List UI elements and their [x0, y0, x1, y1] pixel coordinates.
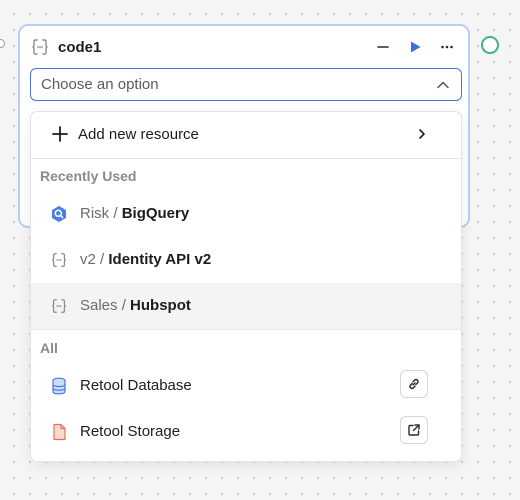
node-title[interactable]: code1	[58, 39, 362, 56]
minimize-button[interactable]	[372, 36, 394, 58]
resource-name: Retool Database	[80, 377, 192, 394]
output-port[interactable]	[481, 36, 499, 54]
run-button[interactable]	[404, 36, 426, 58]
all-heading: All	[40, 340, 58, 356]
path-separator: /	[113, 205, 118, 222]
node-header: code1	[30, 36, 458, 58]
divider	[31, 329, 461, 330]
chevron-up-icon	[437, 81, 449, 88]
braces-icon	[52, 253, 66, 267]
input-port[interactable]	[0, 39, 5, 48]
resource-item-hubspot[interactable]: Sales / Hubspot	[31, 283, 461, 329]
database-icon	[52, 377, 66, 395]
bigquery-icon	[52, 206, 66, 222]
plus-icon	[52, 126, 68, 142]
resource-folder: v2	[80, 251, 96, 268]
file-icon	[53, 423, 66, 441]
chevron-right-icon	[419, 129, 425, 139]
path-separator: /	[100, 251, 105, 268]
more-icon	[441, 45, 453, 49]
resource-name: Identity API v2	[108, 251, 212, 268]
open-external-button[interactable]	[400, 416, 428, 444]
resource-folder: Sales	[80, 297, 118, 314]
resource-item-retool-database[interactable]: Retool Database	[31, 363, 461, 409]
resource-item-identity-api[interactable]: v2 / Identity API v2	[31, 237, 461, 283]
resource-item-bigquery[interactable]: Risk / BigQuery	[31, 191, 461, 237]
play-icon	[411, 41, 421, 53]
resource-select[interactable]: Choose an option	[30, 68, 462, 101]
resource-folder: Risk	[80, 205, 110, 222]
select-placeholder: Choose an option	[41, 76, 159, 93]
link-icon	[409, 378, 419, 390]
braces-icon	[52, 299, 66, 313]
path-separator: /	[121, 297, 126, 314]
braces-icon	[32, 39, 48, 55]
resource-item-retool-storage[interactable]: Retool Storage	[31, 409, 461, 455]
divider	[31, 158, 461, 159]
recently-used-heading: Recently Used	[40, 168, 137, 184]
minus-icon	[377, 46, 389, 48]
resource-name: BigQuery	[121, 205, 190, 222]
more-options-button[interactable]	[436, 36, 458, 58]
resource-dropdown: Add new resource Recently Used Risk / Bi…	[30, 111, 462, 462]
resource-name: Hubspot	[130, 297, 191, 314]
add-new-resource-item[interactable]: Add new resource	[31, 112, 461, 158]
add-new-resource-label: Add new resource	[78, 126, 199, 143]
resource-name: Retool Storage	[80, 423, 181, 440]
external-link-icon	[408, 424, 420, 436]
copy-link-button[interactable]	[400, 370, 428, 398]
